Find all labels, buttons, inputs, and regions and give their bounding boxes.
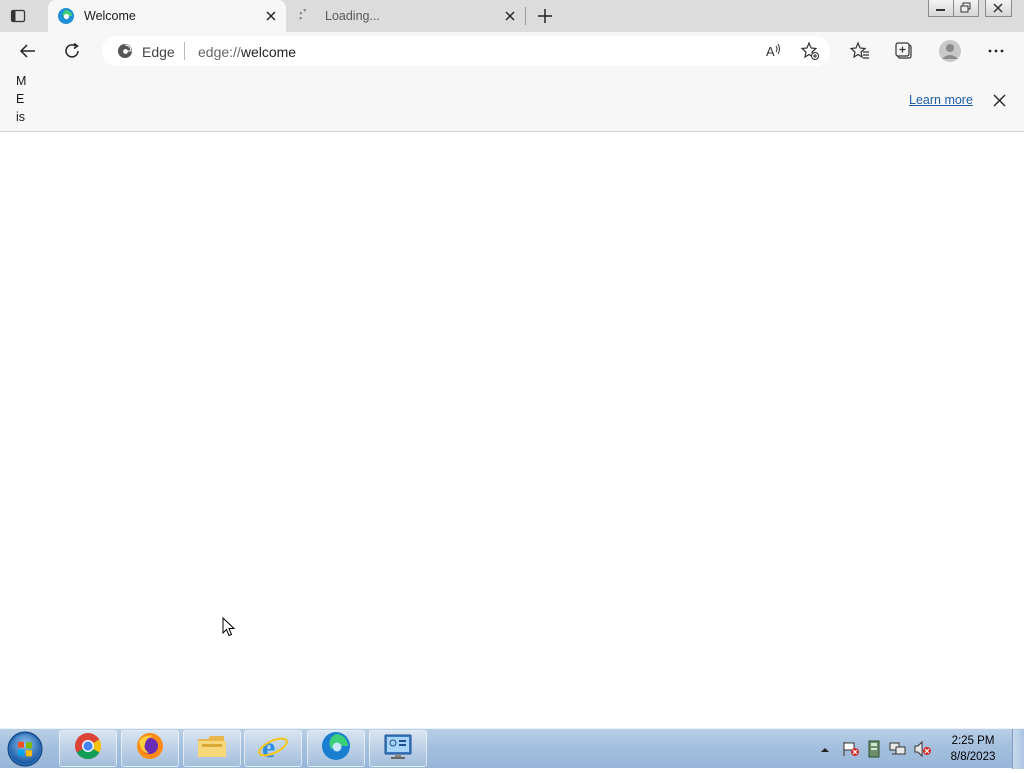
site-identity-label: Edge xyxy=(142,44,175,60)
clock-date: 8/8/2023 xyxy=(950,751,996,763)
taskbar-chrome[interactable] xyxy=(59,730,117,767)
more-options-icon[interactable] xyxy=(983,38,1009,64)
url-host: welcome xyxy=(240,44,297,60)
page-content xyxy=(0,132,1024,728)
edge-favicon-icon xyxy=(57,7,75,25)
taskbar-firefox[interactable] xyxy=(121,730,179,767)
browser-toolbar: Edge edge://welcome A xyxy=(0,32,1024,70)
restore-icon[interactable] xyxy=(953,0,979,17)
url-scheme: edge:// xyxy=(198,44,241,60)
control-panel-icon xyxy=(382,731,414,766)
network-device-icon[interactable] xyxy=(866,740,882,763)
close-info-bar-icon[interactable] xyxy=(992,93,1007,108)
network-icon[interactable] xyxy=(889,741,907,762)
tab-separator xyxy=(525,7,526,25)
tab-strip: Welcome Loading... xyxy=(0,0,1024,32)
minimize-icon[interactable] xyxy=(928,0,954,17)
mouse-cursor-icon xyxy=(222,616,236,637)
action-center-flag-icon[interactable] xyxy=(842,741,860,762)
chrome-icon xyxy=(73,731,103,766)
read-aloud-icon[interactable]: A xyxy=(760,38,786,64)
url-text[interactable]: edge://welcome xyxy=(198,44,296,60)
add-favorite-icon[interactable] xyxy=(797,38,823,64)
show-hidden-icons-icon[interactable] xyxy=(820,742,830,760)
taskbar-edge[interactable] xyxy=(307,730,365,767)
address-bar[interactable]: Edge edge://welcome xyxy=(102,36,830,66)
svg-text:A: A xyxy=(766,44,775,59)
tab-welcome[interactable]: Welcome xyxy=(48,0,286,32)
new-tab-icon[interactable] xyxy=(535,6,555,26)
taskbar-control-panel[interactable] xyxy=(369,730,427,767)
close-tab-icon[interactable] xyxy=(503,9,517,23)
volume-muted-icon[interactable] xyxy=(914,740,932,762)
file-explorer-icon xyxy=(196,731,228,766)
loading-spinner-icon xyxy=(298,7,316,25)
clock-time: 2:25 PM xyxy=(951,735,995,747)
firefox-icon xyxy=(135,731,165,766)
tab-loading[interactable]: Loading... xyxy=(289,0,525,32)
show-desktop-button[interactable] xyxy=(1012,729,1024,769)
start-button[interactable] xyxy=(5,730,45,768)
taskbar-clock[interactable]: 2:25 PM 8/8/2023 xyxy=(940,733,1006,765)
tab-title: Loading... xyxy=(325,9,380,23)
favorites-icon[interactable] xyxy=(847,38,873,64)
refresh-icon[interactable] xyxy=(59,38,85,64)
collections-icon[interactable] xyxy=(891,38,917,64)
taskbar-explorer[interactable] xyxy=(183,730,241,767)
close-tab-icon[interactable] xyxy=(264,9,278,23)
info-bar-message: M E is xyxy=(16,74,26,124)
back-icon[interactable] xyxy=(15,38,41,64)
profile-avatar-icon[interactable] xyxy=(937,38,963,64)
edge-icon xyxy=(320,730,352,767)
tab-title: Welcome xyxy=(84,9,136,23)
info-bar: M E is Learn more xyxy=(0,70,1024,132)
close-window-icon[interactable] xyxy=(985,0,1012,17)
tab-actions-icon[interactable] xyxy=(9,7,27,25)
internet-explorer-icon: e xyxy=(257,731,289,766)
taskbar-internet-explorer[interactable]: e xyxy=(244,730,302,767)
learn-more-link[interactable]: Learn more xyxy=(909,93,973,107)
taskbar: e 2:25 PM 8/8/2023 xyxy=(0,728,1024,769)
address-separator xyxy=(184,42,185,60)
edge-identity-icon xyxy=(117,43,133,59)
